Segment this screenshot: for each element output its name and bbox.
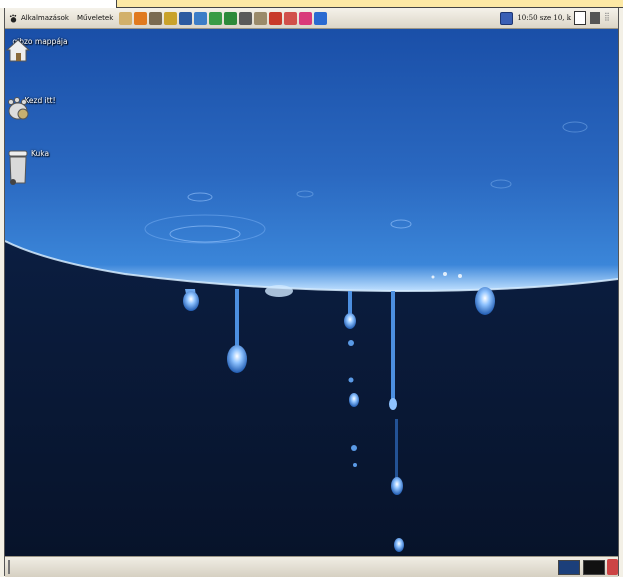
- system-icon[interactable]: [239, 11, 253, 25]
- top-panel: Alkalmazások Műveletek 10:50 sze 10, k ⣿: [5, 8, 618, 29]
- wallpaper: [5, 29, 618, 556]
- tooltip-strip: [116, 0, 623, 8]
- clock[interactable]: 10:50 sze 10, k: [517, 14, 571, 22]
- home-folder-icon: [5, 39, 31, 62]
- trash-applet-icon[interactable]: [607, 559, 618, 575]
- desktop-icon-trash-label: Kuka: [30, 149, 50, 158]
- workspace-2[interactable]: [583, 560, 605, 575]
- panel-grip-icon: ⣿: [604, 12, 610, 21]
- workspace-1[interactable]: [558, 560, 580, 575]
- applications-menu[interactable]: Alkalmazások: [5, 8, 73, 28]
- start-here-icon: [8, 97, 29, 120]
- tools-icon[interactable]: [164, 11, 178, 25]
- web-browser-icon[interactable]: [134, 11, 148, 25]
- trash-icon: [8, 150, 28, 185]
- gnome-foot-icon: [9, 13, 17, 23]
- terminal-icon[interactable]: [179, 11, 193, 25]
- bird-icon[interactable]: [314, 11, 328, 25]
- desktop-icon-home[interactable]: gibzo mappája: [5, 37, 75, 62]
- home-launcher-icon[interactable]: [119, 11, 133, 25]
- actions-menu[interactable]: Műveletek: [73, 8, 117, 28]
- desktop[interactable]: gibzo mappája Kezd itt! Kuka: [5, 29, 618, 556]
- gift-icon[interactable]: [284, 11, 298, 25]
- presentation-icon[interactable]: [299, 11, 313, 25]
- volume-icon[interactable]: [574, 11, 586, 25]
- desktop-icon-trash[interactable]: Kuka: [5, 149, 75, 185]
- bottom-panel: [5, 556, 618, 577]
- wrench-icon[interactable]: [254, 11, 268, 25]
- desktop-icon-start-here[interactable]: Kezd itt!: [5, 96, 75, 120]
- panel-handle[interactable]: [8, 560, 10, 574]
- actions-menu-label: Műveletek: [76, 14, 114, 22]
- shield-icon[interactable]: [224, 11, 238, 25]
- launcher-bar: [119, 11, 329, 25]
- applications-menu-label: Alkalmazások: [21, 14, 69, 22]
- editor-icon[interactable]: [194, 11, 208, 25]
- monitor-icon[interactable]: [590, 12, 600, 24]
- system-tray: 10:50 sze 10, k ⣿: [500, 8, 618, 28]
- book-icon[interactable]: [269, 11, 283, 25]
- network-icon[interactable]: [500, 11, 514, 25]
- gimp-icon[interactable]: [149, 11, 163, 25]
- spreadsheet-icon[interactable]: [209, 11, 223, 25]
